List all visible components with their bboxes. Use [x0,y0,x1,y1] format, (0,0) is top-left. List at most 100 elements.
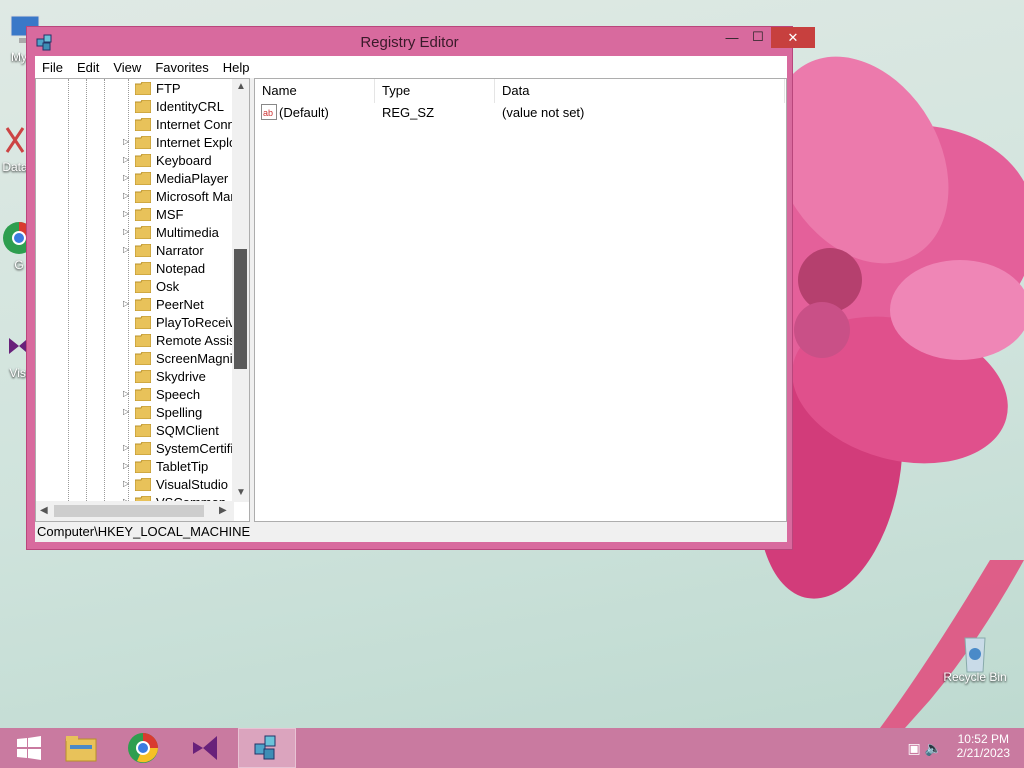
tree-item-label: PeerNet [156,297,204,312]
folder-icon [134,207,152,222]
expand-arrow-icon[interactable]: ▷ [123,299,129,308]
tree-vertical-scrollbar[interactable]: ▲ ▼ [232,79,249,502]
scroll-thumb[interactable] [234,249,247,369]
expand-arrow-icon[interactable]: ▷ [123,191,129,200]
tree-item[interactable]: ▷ MSF [36,206,236,224]
window-title: Registry Editor [360,34,459,51]
visual-studio-icon [193,736,217,760]
tree-item[interactable]: IdentityCRL [36,98,236,116]
tree-item[interactable]: ▷ Microsoft Mar [36,188,236,206]
tree-item[interactable]: ▷ Speech [36,386,236,404]
taskbar-file-explorer[interactable] [52,728,110,768]
clock-time: 10:52 PM [957,732,1009,746]
tree-item[interactable]: Skydrive [36,368,236,386]
start-button[interactable] [0,728,58,768]
column-header-name[interactable]: Name [255,79,375,103]
folder-icon [134,387,152,402]
menu-file[interactable]: File [35,60,70,75]
expand-arrow-icon[interactable]: ▷ [123,173,129,182]
expand-arrow-icon[interactable]: ▷ [123,389,129,398]
tree-item-label: Keyboard [156,153,212,168]
folder-icon [134,153,152,168]
value-row[interactable]: ab (Default) REG_SZ (value not set) [255,103,785,123]
value-name: (Default) [279,105,329,120]
tree-item[interactable]: Internet Conne [36,116,242,134]
registry-editor-window: Registry Editor — ☐ ✕ File Edit View Fav… [26,26,815,550]
folder-icon [134,99,152,114]
taskbar-visual-studio[interactable] [176,728,234,768]
folder-icon [134,405,152,420]
tree-item[interactable]: ▷ Multimedia [36,224,236,242]
tree-item[interactable]: ▷ MediaPlayer [36,170,236,188]
column-header-data[interactable]: Data [495,79,785,103]
tree-item[interactable]: FTP [36,80,236,98]
scroll-thumb[interactable] [54,505,204,517]
column-header-type[interactable]: Type [375,79,495,103]
minimize-button[interactable]: — [719,27,745,47]
menu-view[interactable]: View [106,60,148,75]
tree-item-label: Osk [156,279,180,294]
tree-item[interactable]: ▷ VisualStudio [36,476,236,494]
folder-icon [134,171,152,186]
expand-arrow-icon[interactable]: ▷ [123,443,129,452]
tree-item[interactable]: ▷ PeerNet [36,296,236,314]
tree-item[interactable]: ▷ Internet Explor [36,134,241,152]
expand-arrow-icon[interactable]: ▷ [123,209,129,218]
expand-arrow-icon[interactable]: ▷ [123,137,129,146]
tree-item[interactable]: Notepad [36,260,236,278]
tree-item[interactable]: ▷ Keyboard [36,152,236,170]
expand-arrow-icon[interactable]: ▷ [123,245,129,254]
title-bar[interactable]: Registry Editor — ☐ ✕ [27,27,815,57]
scroll-up-icon[interactable]: ▲ [236,81,246,92]
scroll-left-icon[interactable]: ◀ [40,505,48,516]
network-icon[interactable]: ▣ [907,740,920,756]
tree-item[interactable]: SQMClient [36,422,236,440]
taskbar-registry-editor[interactable] [238,728,296,768]
tree-item[interactable]: ▷ SystemCertific [36,440,240,458]
clock[interactable]: 10:52 PM 2/21/2023 [957,732,1010,760]
folder-icon [134,351,152,366]
folder-icon [134,189,152,204]
registry-tree[interactable]: FTP IdentityCRL Internet Conne ▷ Internet Ex… [35,78,250,522]
tree-item-label: Speech [156,387,201,402]
tree-item-label: Skydrive [156,369,206,384]
taskbar-chrome[interactable] [114,728,172,768]
menu-favorites[interactable]: Favorites [148,60,215,75]
menu-edit[interactable]: Edit [70,60,106,75]
desktop-icon-label: Data [2,160,28,174]
tree-item-label: Notepad [156,261,206,276]
tree-item[interactable]: PlayToReceive [36,314,242,332]
expand-arrow-icon[interactable]: ▷ [123,227,129,236]
scroll-down-icon[interactable]: ▼ [236,487,246,498]
expand-arrow-icon[interactable]: ▷ [123,407,129,416]
tree-item[interactable]: Osk [36,278,236,296]
tree-item-label: PlayToReceive [156,315,242,330]
expand-arrow-icon[interactable]: ▷ [123,461,129,470]
folder-icon [134,135,152,150]
maximize-button[interactable]: ☐ [745,27,771,47]
tree-item-label: Internet Conne [156,117,243,132]
folder-icon [134,81,152,96]
volume-icon[interactable]: 🔈 [925,740,942,756]
tree-item[interactable]: ▷ Narrator [36,242,236,260]
folder-icon [134,441,152,456]
desktop-icon-recycle-bin[interactable]: Recycle Bin [940,632,1010,684]
desktop-icon-label: G [14,258,24,272]
tree-horizontal-scrollbar[interactable]: ◀ ▶ [36,501,234,521]
scroll-right-icon[interactable]: ▶ [219,505,227,516]
client-area: FTP IdentityCRL Internet Conne ▷ Internet Ex… [35,78,787,522]
tree-item[interactable]: Remote Assista [36,332,246,350]
tree-item-label: MediaPlayer [156,171,229,186]
tree-item[interactable]: ▷ TabletTip [36,458,236,476]
close-button[interactable]: ✕ [771,27,815,48]
folder-icon [134,261,152,276]
tree-item[interactable]: ▷ Spelling [36,404,236,422]
status-path: Computer\HKEY_LOCAL_MACHINE [37,524,251,539]
registry-editor-icon [254,735,276,760]
menu-help[interactable]: Help [216,60,257,75]
expand-arrow-icon[interactable]: ▷ [123,155,129,164]
tree-item-label: TabletTip [156,459,209,474]
values-list[interactable]: Name Type Data ab (Default) REG_SZ (valu… [254,78,787,522]
tree-item[interactable]: ScreenMagnifi [36,350,239,368]
expand-arrow-icon[interactable]: ▷ [123,479,129,488]
